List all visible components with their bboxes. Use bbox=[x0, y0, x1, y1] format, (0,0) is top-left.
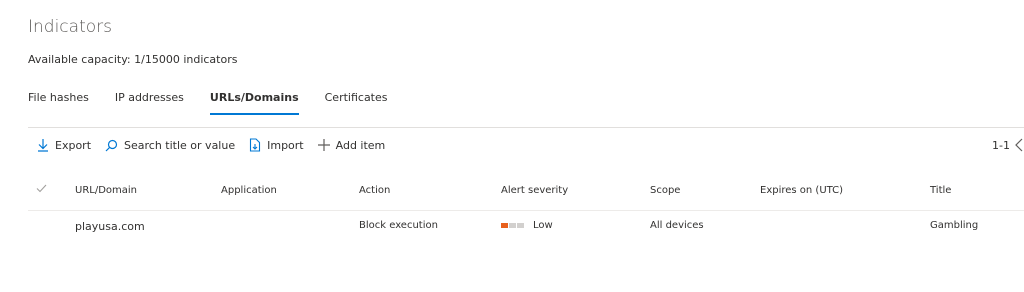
pagination: 1-1 bbox=[992, 138, 1024, 152]
search-icon bbox=[105, 139, 118, 151]
plus-icon bbox=[317, 139, 330, 151]
page-range: 1-1 bbox=[992, 138, 1010, 152]
search-button[interactable]: Search title or value bbox=[105, 139, 235, 152]
download-icon bbox=[38, 139, 48, 152]
column-header-expires-on[interactable]: Expires on (UTC) bbox=[760, 185, 843, 196]
severity-bar-2 bbox=[509, 223, 516, 228]
column-header-action[interactable]: Action bbox=[359, 185, 390, 196]
tab-certificates[interactable]: Certificates bbox=[325, 91, 388, 115]
tab-file-hashes[interactable]: File hashes bbox=[28, 91, 89, 115]
page-title: Indicators bbox=[28, 17, 112, 37]
cell-scope: All devices bbox=[650, 220, 704, 231]
severity-label: Low bbox=[533, 220, 553, 231]
export-label: Export bbox=[55, 138, 92, 152]
select-all-checkmark-icon[interactable] bbox=[36, 184, 47, 193]
add-item-label: Add item bbox=[335, 138, 386, 152]
column-header-application[interactable]: Application bbox=[221, 185, 277, 196]
search-label: Search title or value bbox=[124, 138, 236, 152]
column-header-url-domain[interactable]: URL/Domain bbox=[75, 185, 137, 196]
import-icon bbox=[250, 138, 261, 152]
severity-bar-1 bbox=[501, 223, 508, 228]
cell-url-domain[interactable]: playusa.com bbox=[75, 220, 145, 233]
import-button[interactable]: Import bbox=[249, 138, 304, 152]
column-header-scope[interactable]: Scope bbox=[650, 185, 680, 196]
import-label: Import bbox=[267, 138, 304, 152]
cell-action: Block execution bbox=[359, 220, 438, 231]
divider bbox=[28, 127, 1024, 128]
add-item-button[interactable]: Add item bbox=[317, 138, 386, 152]
cell-title: Gambling bbox=[930, 220, 979, 231]
severity-indicator-icon bbox=[501, 223, 525, 228]
table-row-divider bbox=[28, 210, 1024, 211]
tab-ip-addresses[interactable]: IP addresses bbox=[115, 91, 184, 115]
column-header-alert-severity[interactable]: Alert severity bbox=[501, 185, 568, 196]
chevron-left-icon[interactable] bbox=[1014, 138, 1024, 152]
severity-bar-3 bbox=[517, 223, 524, 228]
column-header-title[interactable]: Title bbox=[930, 185, 951, 196]
toolbar: Export Search title or value Import Add … bbox=[37, 138, 399, 152]
capacity-text: Available capacity: 1/15000 indicators bbox=[28, 53, 238, 66]
cell-alert-severity: Low bbox=[501, 220, 553, 231]
tab-urls-domains[interactable]: URLs/Domains bbox=[209, 91, 299, 115]
export-button[interactable]: Export bbox=[37, 138, 91, 152]
tab-bar: File hashes IP addresses URLs/Domains Ce… bbox=[28, 91, 414, 115]
